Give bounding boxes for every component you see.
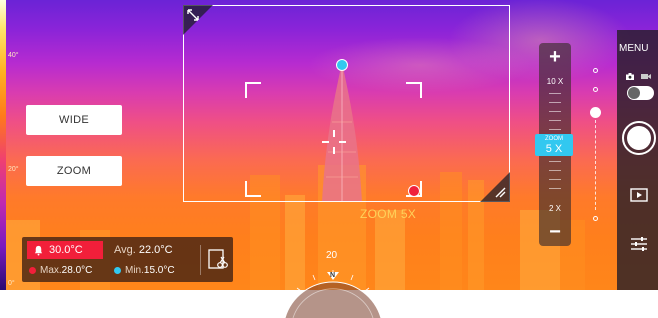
compass-dial xyxy=(284,270,382,318)
zoom-level-badge[interactable]: ZOOM 5 X xyxy=(535,134,573,156)
max-temp-marker xyxy=(408,185,420,197)
avg-value: 22.0°C xyxy=(138,244,173,256)
scale-tick-low: 0° xyxy=(8,280,15,287)
video-icon xyxy=(641,74,651,79)
shutter-button[interactable] xyxy=(622,121,656,155)
exposure-top-dot xyxy=(593,68,598,73)
wide-button[interactable]: WIDE xyxy=(26,105,122,135)
temperature-scale-bar xyxy=(0,0,6,290)
scale-tick-mid: 20° xyxy=(8,166,19,173)
scale-tick-high: 40° xyxy=(8,52,19,59)
camera-icon xyxy=(626,73,634,80)
zoom-min-label: 2 X xyxy=(548,204,561,213)
zoom-caption: ZOOM 5X xyxy=(360,207,417,221)
play-icon[interactable] xyxy=(630,188,648,202)
max-alert-value: 30.0°C xyxy=(49,244,83,256)
zoom-badge-value: 5 X xyxy=(545,143,563,155)
shutter-inner xyxy=(627,126,651,150)
min-value: 15.0°C xyxy=(143,265,175,276)
exposure-slider-handle[interactable] xyxy=(590,107,601,118)
exposure-bottom-dot xyxy=(593,216,598,221)
min-temp: Min. 15.0°C xyxy=(114,265,175,276)
temperature-panel: 30.0°C Avg. 22.0°C Max. 28.0°C Min. 15.0… xyxy=(22,237,233,282)
zoom-out-button[interactable]: − xyxy=(539,220,571,244)
bell-icon xyxy=(34,245,43,256)
max-temp-alert[interactable]: 30.0°C xyxy=(27,241,103,259)
zoom-max-label: 10 X xyxy=(546,77,564,86)
compass-north-label: N xyxy=(330,272,336,279)
scissors-icon[interactable] xyxy=(208,249,228,271)
max-temp: Max. 28.0°C xyxy=(29,265,92,276)
toggle-knob xyxy=(628,87,640,99)
min-temp-marker xyxy=(336,59,348,71)
max-dot-icon xyxy=(29,267,36,274)
photo-video-toggle[interactable] xyxy=(627,86,654,100)
max-value: 28.0°C xyxy=(61,265,93,276)
zoom-in-button[interactable]: + xyxy=(539,45,571,69)
min-label: Min. xyxy=(125,265,144,276)
avg-temp: Avg. 22.0°C xyxy=(114,244,173,256)
sliders-icon[interactable] xyxy=(630,236,648,252)
min-dot-icon xyxy=(114,267,121,274)
exposure-dot xyxy=(593,87,598,92)
crosshair-icon xyxy=(322,130,346,154)
avg-label: Avg. xyxy=(114,244,136,256)
zoom-badge-label: ZOOM xyxy=(545,136,563,142)
zoom-button[interactable]: ZOOM xyxy=(26,156,122,186)
exposure-track xyxy=(595,120,597,210)
resize-icon[interactable] xyxy=(492,184,506,198)
menu-button[interactable]: MENU xyxy=(619,43,648,54)
expand-icon[interactable] xyxy=(186,8,200,22)
max-label: Max. xyxy=(40,265,62,276)
panel-divider xyxy=(200,245,201,275)
